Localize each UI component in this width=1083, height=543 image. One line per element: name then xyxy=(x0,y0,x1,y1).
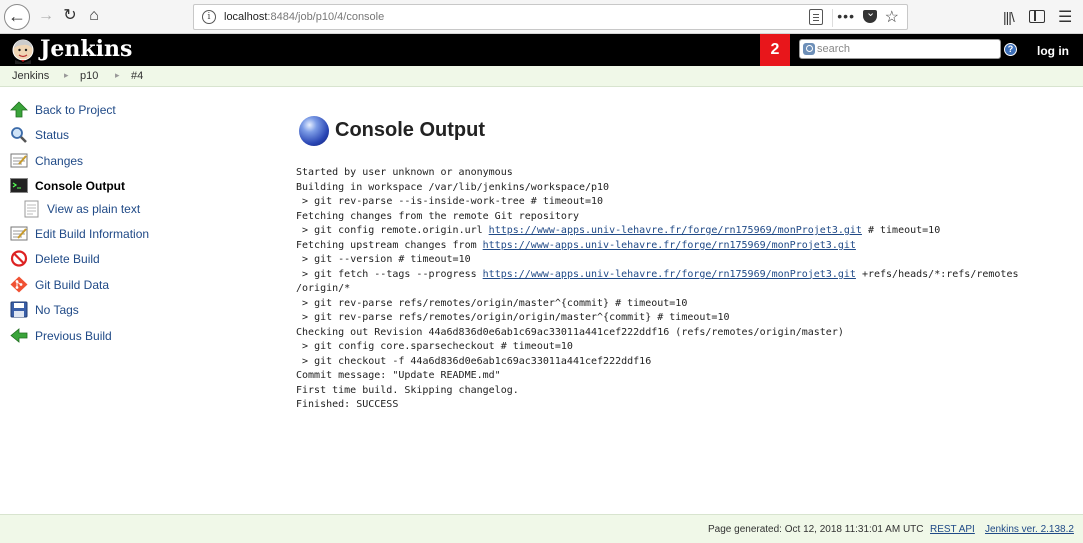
console-line: > git rev-parse --is-inside-work-tree # … xyxy=(296,196,604,207)
reload-icon[interactable]: ↻ xyxy=(58,5,82,29)
terminal-icon xyxy=(10,178,28,193)
sidebar-item-label: Changes xyxy=(35,154,84,168)
sidebar-item-label: Status xyxy=(35,128,70,142)
console-line: > git rev-parse refs/remotes/origin/orig… xyxy=(296,312,730,323)
no-entry-icon xyxy=(10,250,28,267)
notification-badge[interactable]: 2 xyxy=(760,34,790,66)
jenkins-butler-logo-icon[interactable] xyxy=(10,38,36,64)
help-icon[interactable]: ? xyxy=(1004,43,1017,56)
sidebar-toggle-icon[interactable] xyxy=(1029,10,1045,23)
page-title: Console Output xyxy=(335,119,485,141)
console-line: Started by user unknown or anonymous xyxy=(296,167,513,178)
notepad-pencil-icon xyxy=(10,226,28,241)
hamburger-menu-icon[interactable]: ☰ xyxy=(1058,7,1072,27)
breadcrumb-chevron-icon[interactable]: ▸ xyxy=(115,70,120,81)
console-line: > git config remote.origin.url xyxy=(296,225,489,236)
console-line: # timeout=10 xyxy=(861,225,941,236)
console-output: Started by user unknown or anonymous Bui… xyxy=(296,166,1066,413)
url-path: :8484/job/p10/4/console xyxy=(267,11,385,23)
page-actions-icon[interactable]: ••• xyxy=(837,8,855,24)
sidebar-item-label: Delete Build xyxy=(35,252,100,266)
home-icon[interactable]: ⌂ xyxy=(82,5,106,29)
jenkins-header: Jenkins 2 ? log in xyxy=(0,34,1083,66)
reader-view-icon[interactable] xyxy=(809,9,823,25)
jenkins-title[interactable]: Jenkins xyxy=(40,36,132,62)
console-line: Building in workspace /var/lib/jenkins/w… xyxy=(296,181,610,193)
sidebar-item-label: Edit Build Information xyxy=(35,227,150,241)
sidebar-item-label: View as plain text xyxy=(47,202,141,216)
back-arrow-icon[interactable]: ← xyxy=(4,4,30,30)
url-divider xyxy=(832,9,833,27)
floppy-disk-icon xyxy=(10,301,28,318)
console-line: > git rev-parse refs/remotes/origin/mast… xyxy=(296,297,688,309)
library-icon[interactable]: |||\ xyxy=(1003,9,1015,25)
repo-url-link[interactable]: https://www-apps.univ-lehavre.fr/forge/r… xyxy=(483,240,856,251)
site-info-icon[interactable]: i xyxy=(202,10,216,24)
search-icon xyxy=(803,43,815,55)
bookmark-star-icon[interactable]: ☆ xyxy=(885,7,899,27)
forward-arrow-icon[interactable]: → xyxy=(34,5,58,29)
address-bar[interactable]: i localhost:8484/job/p10/4/console ••• ☆ xyxy=(193,4,908,30)
console-line: Fetching upstream changes from xyxy=(296,239,483,251)
magnifier-icon xyxy=(11,127,27,143)
console-line: First time build. Skipping changelog. xyxy=(296,384,519,396)
console-line: > git --version # timeout=10 xyxy=(296,254,471,265)
breadcrumb-item-job[interactable]: p10 xyxy=(80,70,98,82)
console-line: +refs/heads/*:refs/remotes xyxy=(855,268,1019,280)
browser-toolbar: ← → ↻ ⌂ i localhost:8484/job/p10/4/conso… xyxy=(0,0,1083,34)
search-input[interactable] xyxy=(817,41,997,57)
sidebar-item-label: Previous Build xyxy=(35,329,112,343)
login-link[interactable]: log in xyxy=(1037,44,1069,58)
sidebar-item-label: Git Build Data xyxy=(35,278,110,292)
console-line: > git fetch --tags --progress xyxy=(296,268,483,280)
console-line: Commit message: "Update README.md" xyxy=(296,370,501,381)
repo-url-link[interactable]: https://www-apps.univ-lehavre.fr/forge/r… xyxy=(483,269,856,280)
url-host: localhost xyxy=(224,11,268,23)
sidebar-item-label: Back to Project xyxy=(35,103,116,117)
search-box[interactable] xyxy=(799,39,1001,59)
breadcrumb-item-jenkins[interactable]: Jenkins xyxy=(12,70,49,82)
repo-url-link[interactable]: https://www-apps.univ-lehavre.fr/forge/r… xyxy=(489,225,862,236)
console-line: > git checkout -f 44a6d836d0e6ab1c69ac33… xyxy=(296,355,652,367)
green-up-arrow-icon xyxy=(10,101,28,118)
address-text[interactable]: localhost:8484/job/p10/4/console xyxy=(224,11,384,23)
document-icon xyxy=(24,200,39,218)
pocket-icon[interactable] xyxy=(863,6,877,23)
breadcrumb-chevron-icon[interactable]: ▸ xyxy=(64,70,69,81)
green-left-arrow-icon xyxy=(10,328,28,343)
git-icon xyxy=(10,276,28,293)
page-generated-text: Page generated: Oct 12, 2018 11:31:01 AM… xyxy=(708,524,924,535)
notepad-icon xyxy=(10,153,28,168)
console-line: /origin/* xyxy=(296,283,351,294)
jenkins-version-link[interactable]: Jenkins ver. 2.138.2 xyxy=(985,524,1074,535)
sidebar-item-label: Console Output xyxy=(35,179,125,193)
console-line: Fetching changes from the remote Git rep… xyxy=(296,210,579,222)
breadcrumb: Jenkins ▸ p10 ▸ #4 xyxy=(0,66,1083,87)
sidebar-item-label: No Tags xyxy=(35,303,79,317)
breadcrumb-item-build[interactable]: #4 xyxy=(131,70,143,82)
page-footer: Page generated: Oct 12, 2018 11:31:01 AM… xyxy=(0,514,1083,543)
rest-api-link[interactable]: REST API xyxy=(930,524,975,535)
console-line: > git config core.sparsecheckout # timeo… xyxy=(296,341,573,352)
console-line: Finished: SUCCESS xyxy=(296,399,399,410)
console-globe-icon xyxy=(299,116,329,146)
console-line: Checking out Revision 44a6d836d0e6ab1c69… xyxy=(296,326,844,338)
